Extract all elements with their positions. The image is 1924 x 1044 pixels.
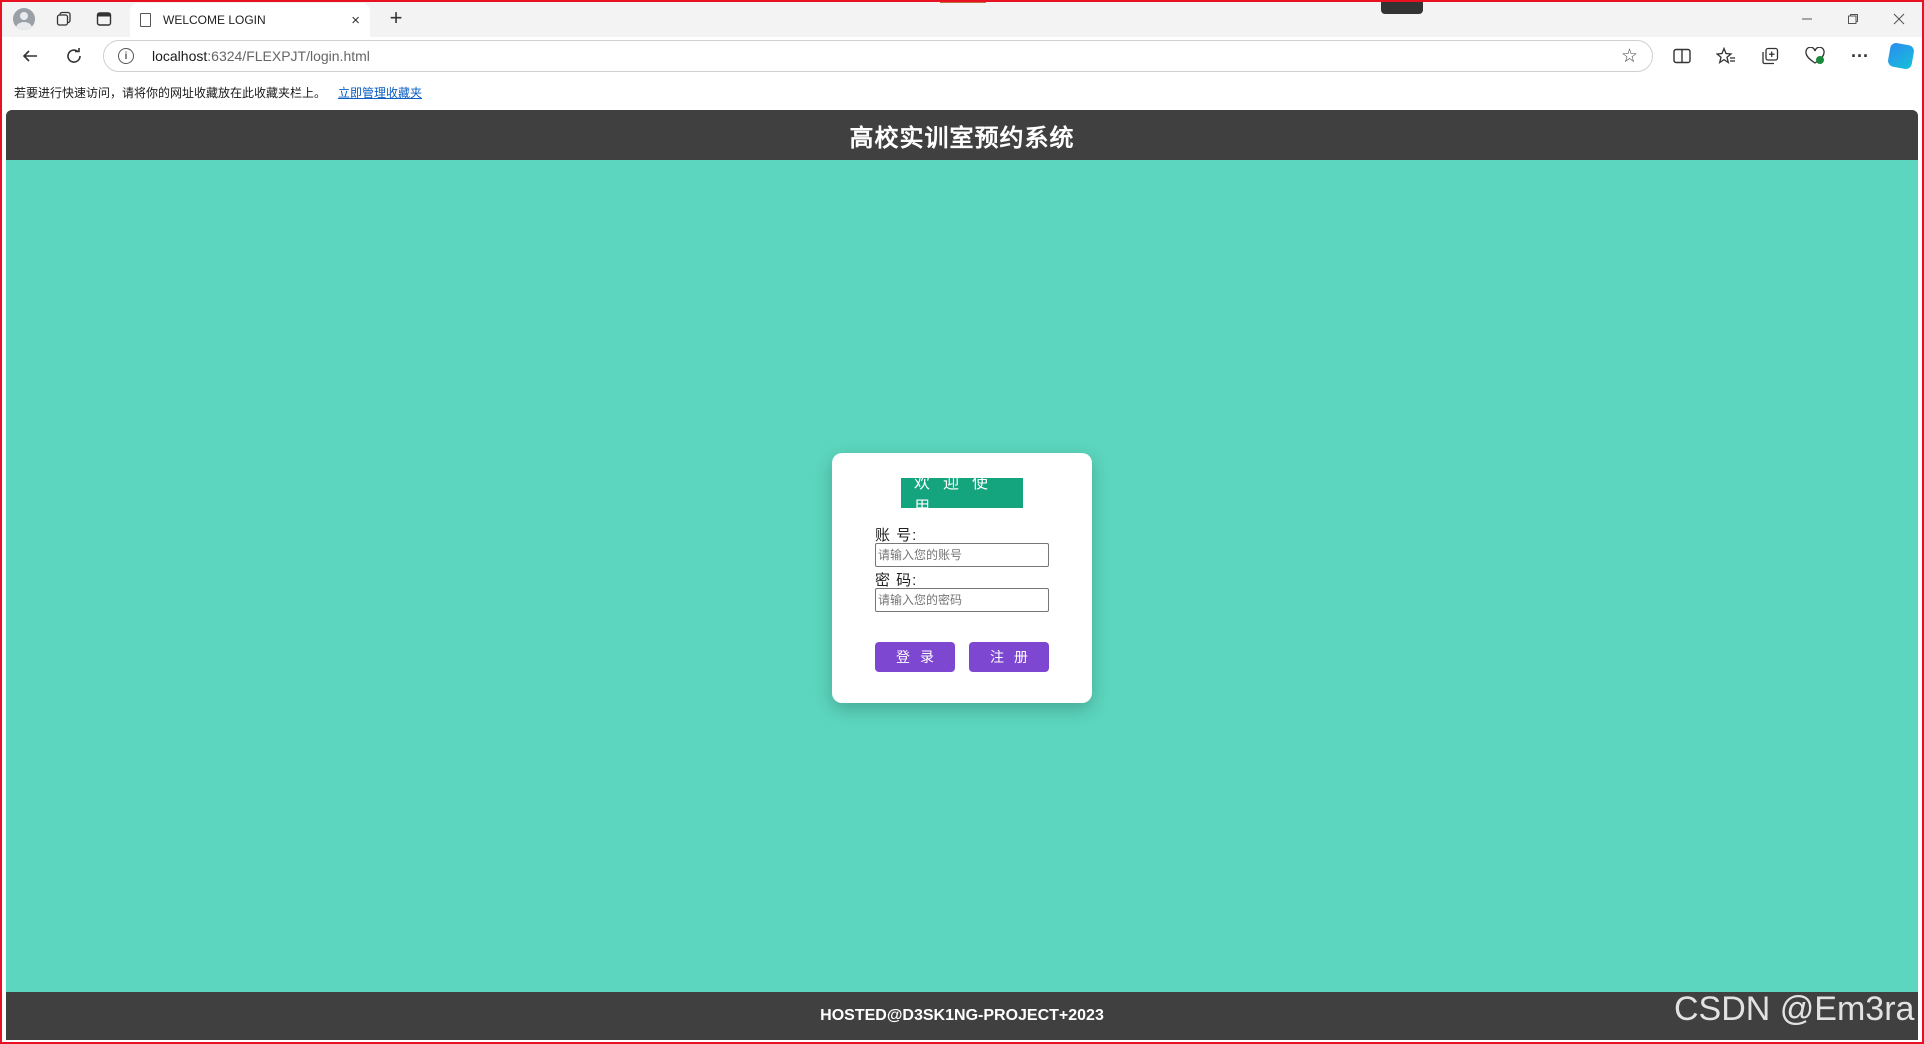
window-accent [940,0,986,3]
register-button[interactable]: 注册 [969,642,1049,672]
favorites-bar-hint: 若要进行快速访问，请将你的网址收藏放在此收藏夹栏上。 立即管理收藏夹 [0,75,1924,109]
more-icon[interactable]: ··· [1840,37,1880,75]
page-footer: HOSTED@D3SK1NG-PROJECT+2023 [6,992,1918,1040]
minimize-button[interactable] [1784,0,1830,37]
login-card: 欢迎使用 账 号: 密 码: 登录 注册 [832,453,1092,703]
profile-button[interactable] [4,0,44,37]
active-tab[interactable]: WELCOME LOGIN × [130,3,370,37]
tab-title: WELCOME LOGIN [163,13,266,27]
page-title: 高校实训室预约系统 [849,124,1075,152]
favorites-icon[interactable] [1706,37,1746,75]
close-window-button[interactable] [1876,0,1922,37]
password-label: 密 码: [875,572,918,589]
manage-favorites-link[interactable]: 立即管理收藏夹 [338,84,422,101]
copilot-button[interactable] [1881,37,1921,75]
address-bar[interactable]: i localhost:6324/FLEXPJT/login.html ☆ [103,40,1653,72]
footer-text: HOSTED@D3SK1NG-PROJECT+2023 [820,1007,1104,1024]
account-input[interactable] [875,543,1049,567]
page-icon [140,13,151,27]
password-input[interactable] [875,588,1049,612]
window-snap-handle[interactable] [1381,0,1423,14]
page-header: 高校实训室预约系统 [6,110,1918,160]
url-host: localhost [152,48,208,64]
back-icon[interactable] [8,37,52,75]
split-screen-icon[interactable] [1662,37,1702,75]
welcome-badge: 欢迎使用 [901,475,1023,516]
account-label: 账 号: [875,527,918,544]
workspaces-icon[interactable] [44,0,84,37]
url-path: :6324/FLEXPJT/login.html [207,48,370,64]
login-button[interactable]: 登录 [875,642,955,672]
browser-essentials-icon[interactable] [1795,37,1835,75]
navigation-bar: i localhost:6324/FLEXPJT/login.html ☆ [0,37,1924,75]
restore-button[interactable] [1830,0,1876,37]
favorite-star-icon[interactable]: ☆ [1621,45,1638,68]
tab-actions-icon[interactable] [84,0,124,37]
profile-icon [13,7,35,30]
collections-icon[interactable] [1750,37,1790,75]
favorites-hint-text: 若要进行快速访问，请将你的网址收藏放在此收藏夹栏上。 [14,85,327,100]
new-tab-button[interactable]: + [382,5,410,31]
watermark: CSDN @Em3ra [1674,990,1915,1028]
close-tab-icon[interactable]: × [351,12,360,29]
refresh-icon[interactable] [52,37,96,75]
page-body: 高校实训室预约系统 欢迎使用 账 号: 密 码: 登录 注册 HOSTED@D3… [6,110,1918,1040]
copilot-icon [1887,42,1915,70]
info-icon[interactable]: i [118,48,134,64]
